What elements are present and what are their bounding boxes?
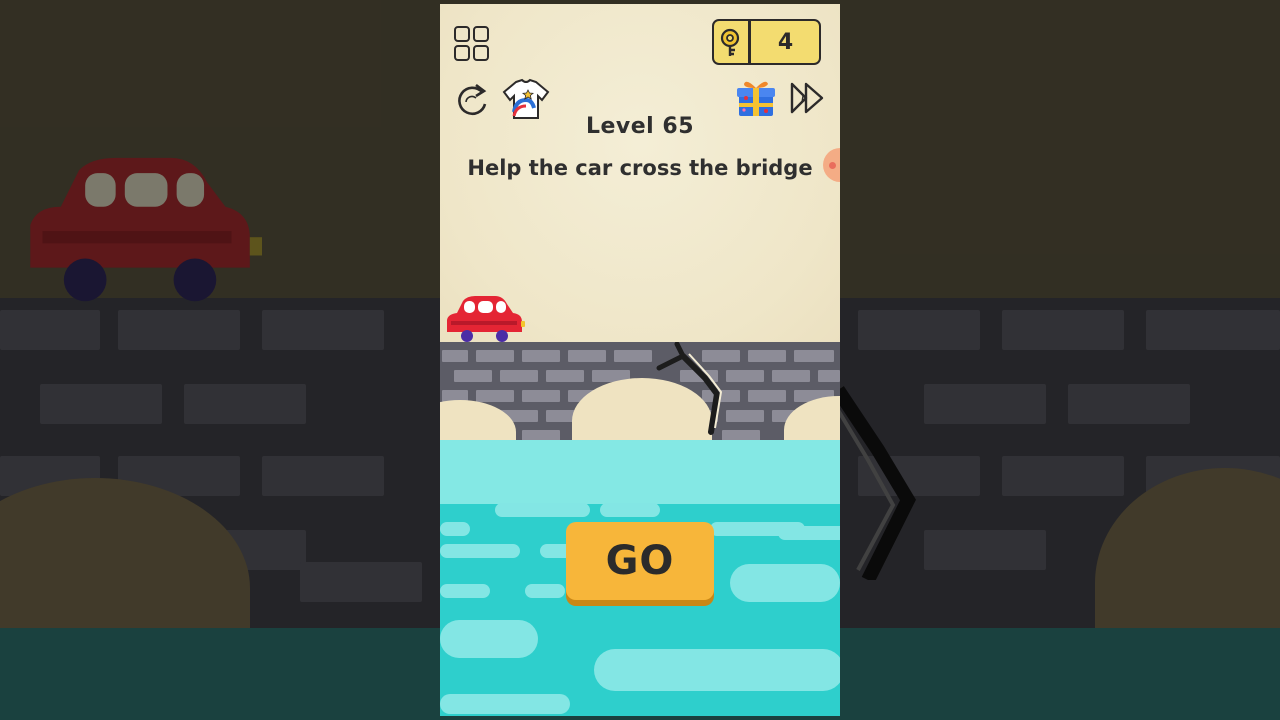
backdrop-arch <box>1095 468 1280 698</box>
go-button-label: GO <box>605 538 675 584</box>
skip-icon[interactable] <box>788 78 828 118</box>
water-wave <box>440 522 470 536</box>
grid-menu-icon[interactable] <box>452 24 492 64</box>
keys-divider <box>748 21 751 63</box>
game-screen: 4 Level 65 Help the car cross the bridge… <box>440 4 840 716</box>
keys-counter[interactable]: 4 <box>712 19 821 65</box>
river-surface <box>440 440 840 504</box>
water-wave <box>730 564 840 602</box>
water-wave <box>495 503 590 517</box>
bridge-crack[interactable] <box>645 342 735 437</box>
backdrop-crack <box>838 386 916 580</box>
water-wave <box>778 526 840 540</box>
water-wave <box>440 584 490 598</box>
stone-bridge <box>440 342 840 454</box>
water-wave <box>525 584 565 598</box>
key-icon <box>720 28 740 56</box>
car[interactable] <box>443 292 525 344</box>
level-hint: Help the car cross the bridge <box>467 156 813 180</box>
level-title: Level 65 <box>585 114 695 139</box>
water-wave <box>594 649 840 691</box>
backdrop-car <box>30 157 262 302</box>
water-wave <box>440 694 570 714</box>
backdrop-arch <box>0 478 250 698</box>
keys-count: 4 <box>777 29 794 55</box>
water-wave <box>600 503 660 517</box>
go-button[interactable]: GO <box>566 522 714 600</box>
water-wave <box>440 544 520 558</box>
water-wave <box>440 620 538 658</box>
